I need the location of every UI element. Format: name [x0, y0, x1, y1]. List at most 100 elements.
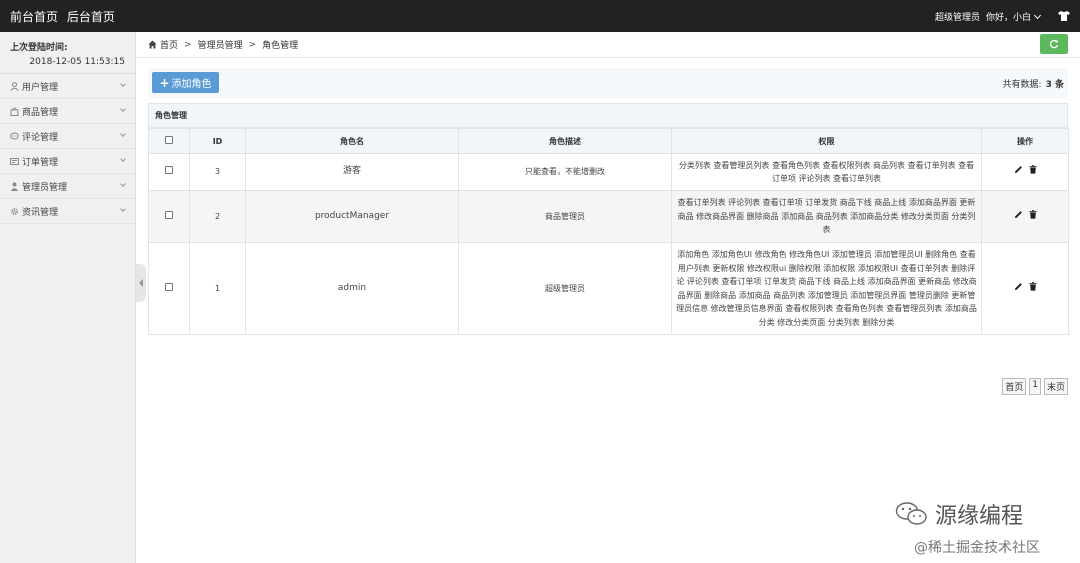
total-count: 共有数据: 3 条: [1003, 77, 1064, 90]
user-menu[interactable]: 你好，小白: [985, 10, 1042, 23]
plus-icon: +: [159, 75, 170, 90]
chevron-down-icon: [1033, 11, 1042, 19]
user-role: 超级管理员: [934, 12, 980, 23]
comment-icon: [10, 132, 19, 141]
role-name: 游客: [245, 153, 459, 191]
sidebar-item-comments[interactable]: 评论管理: [0, 124, 135, 149]
role-name: admin: [245, 242, 459, 335]
role-description: 只能查看，不能增删改: [458, 153, 672, 191]
pager-first[interactable]: 首页: [1002, 378, 1027, 395]
refresh-button[interactable]: [1040, 34, 1068, 54]
panel-title: 角色管理: [148, 103, 1068, 128]
sidebar-item-label: 用户管理: [22, 82, 59, 93]
user-icon: [10, 81, 19, 91]
pager-page-1[interactable]: 1: [1029, 378, 1041, 395]
order-icon: [10, 157, 19, 166]
role-name: productManager: [245, 190, 459, 243]
role-table-panel: 角色管理 ID 角色名 角色描述 权限 操作 3 游客 只能查看，不能增删改 分…: [148, 103, 1069, 335]
chevron-down-icon: [120, 181, 126, 187]
row-select-cell: [148, 190, 190, 243]
watermark-brand-text: 源缘编程: [935, 504, 1024, 529]
row-actions: [981, 153, 1069, 191]
top-navbar: 前台首页 后台首页 超级管理员 你好，小白: [0, 0, 1080, 32]
nav-back-home-link[interactable]: 后台首页: [67, 10, 115, 24]
column-header: 角色名: [245, 128, 459, 154]
gear-icon: [10, 207, 19, 216]
role-id: 1: [189, 242, 246, 335]
sidebar: 上次登陆时间: 2018-12-05 11:53:15 用户管理 商品管理 评论…: [0, 32, 136, 563]
table-row: 3 游客 只能查看，不能增删改 分类列表 查看管理员列表 查看角色列表 查看权限…: [148, 153, 1069, 191]
main-content: 首页 > 管理员管理 > 角色管理 + 添加角色 共有数据: 3 条 角色管理 I…: [136, 32, 1080, 563]
column-header: ID: [189, 128, 246, 154]
column-header: 权限: [671, 128, 982, 154]
row-checkbox[interactable]: [165, 282, 173, 291]
column-header: 角色描述: [458, 128, 672, 154]
wechat-icon: [895, 502, 927, 525]
trash-icon[interactable]: [1029, 209, 1037, 219]
admin-icon: [10, 182, 19, 191]
table-row: 2 productManager 商品管理员 查看订单列表 评论列表 查看订单项…: [148, 190, 1069, 243]
breadcrumb-admin-management[interactable]: 管理员管理: [198, 38, 243, 51]
breadcrumb-separator: >: [184, 39, 192, 50]
table-header-row: ID 角色名 角色描述 权限 操作: [148, 128, 1069, 154]
last-login-box: 上次登陆时间: 2018-12-05 11:53:15: [0, 32, 135, 74]
sidebar-item-admins[interactable]: 管理员管理: [0, 174, 135, 199]
sidebar-item-users[interactable]: 用户管理: [0, 74, 135, 99]
column-header: 操作: [981, 128, 1069, 154]
pagination: 首页 1 末页: [1002, 378, 1068, 395]
row-checkbox[interactable]: [165, 210, 173, 219]
role-permissions: 分类列表 查看管理员列表 查看角色列表 查看权限列表 商品列表 查看订单列表 查…: [671, 153, 982, 191]
user-greeting: 你好，小白: [985, 12, 1031, 23]
breadcrumb: 首页 > 管理员管理 > 角色管理: [136, 32, 1080, 58]
sidebar-item-label: 订单管理: [22, 157, 59, 168]
role-permissions: 查看订单列表 评论列表 查看订单项 订单发货 商品下线 商品上线 添加商品界面 …: [671, 190, 982, 243]
select-all-checkbox[interactable]: [165, 136, 173, 144]
chevron-down-icon: [120, 206, 126, 212]
chevron-down-icon: [120, 156, 126, 162]
sidebar-item-orders[interactable]: 订单管理: [0, 149, 135, 174]
watermark-brand: 源缘编程: [895, 498, 1023, 530]
edit-pencil-icon[interactable]: [1014, 210, 1023, 219]
row-checkbox[interactable]: [165, 166, 173, 175]
role-description: 商品管理员: [458, 190, 672, 243]
sidebar-item-label: 管理员管理: [22, 182, 68, 193]
refresh-icon: [1049, 39, 1059, 49]
chevron-down-icon: [120, 81, 126, 87]
trash-icon[interactable]: [1029, 165, 1037, 174]
nav-front-home-link[interactable]: 前台首页: [10, 10, 58, 24]
row-select-cell: [148, 153, 190, 191]
row-actions: [981, 242, 1069, 335]
row-select-cell: [148, 242, 190, 335]
role-id: 2: [189, 190, 246, 243]
sidebar-item-label: 资讯管理: [22, 207, 59, 218]
edit-pencil-icon[interactable]: [1014, 282, 1023, 291]
tshirt-icon[interactable]: [1058, 11, 1070, 21]
total-label: 共有数据:: [1002, 80, 1042, 90]
add-role-label: 添加角色: [171, 79, 212, 90]
chevron-down-icon: [120, 131, 126, 137]
total-value: 3 条: [1045, 80, 1064, 90]
sidebar-item-news[interactable]: 资讯管理: [0, 199, 135, 224]
bag-icon: [10, 107, 19, 116]
sidebar-item-label: 评论管理: [22, 132, 59, 143]
chevron-down-icon: [120, 106, 126, 112]
breadcrumb-home[interactable]: 首页: [160, 38, 178, 51]
trash-icon[interactable]: [1029, 281, 1037, 291]
last-login-label: 上次登陆时间:: [10, 43, 68, 53]
role-id: 3: [189, 153, 246, 191]
role-table: ID 角色名 角色描述 权限 操作 3 游客 只能查看，不能增删改 分类列表 查…: [148, 128, 1069, 335]
edit-pencil-icon[interactable]: [1014, 165, 1023, 174]
watermark-site: @稀土掘金技术社区: [914, 540, 1040, 556]
action-toolbar: + 添加角色 共有数据: 3 条: [148, 68, 1068, 98]
home-icon: [148, 40, 157, 49]
sidebar-item-products[interactable]: 商品管理: [0, 99, 135, 124]
select-all-cell: [148, 128, 190, 154]
add-role-button[interactable]: + 添加角色: [152, 72, 219, 93]
role-permissions: 添加角色 添加角色UI 修改角色 修改角色UI 添加管理员 添加管理员UI 删除…: [671, 242, 982, 335]
pager-last[interactable]: 末页: [1043, 378, 1068, 395]
role-description: 超级管理员: [458, 242, 672, 335]
breadcrumb-separator: >: [248, 39, 257, 50]
last-login-time: 2018-12-05 11:53:15: [29, 57, 125, 67]
table-row: 1 admin 超级管理员 添加角色 添加角色UI 修改角色 修改角色UI 添加…: [148, 242, 1069, 335]
breadcrumb-role-management: 角色管理: [262, 41, 299, 51]
